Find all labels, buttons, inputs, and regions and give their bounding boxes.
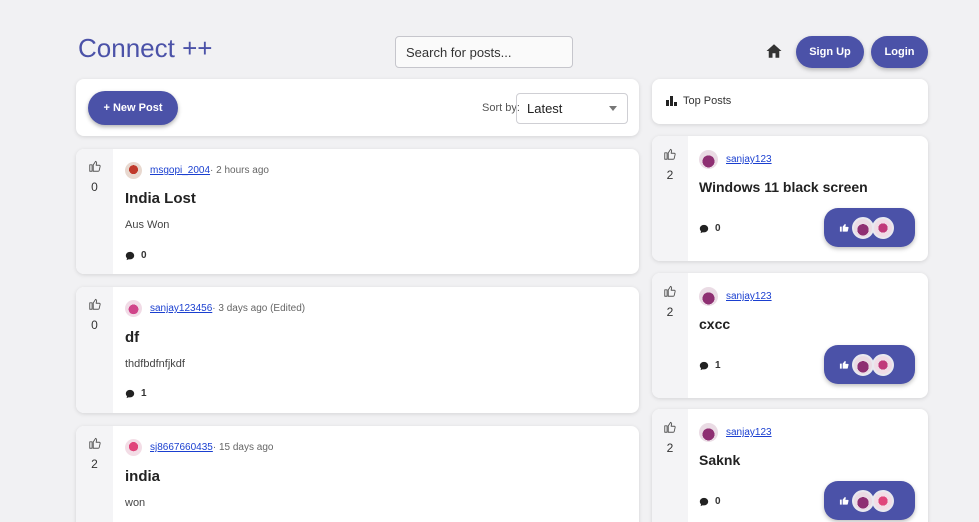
- comment-count-value: 1: [141, 388, 147, 399]
- post-title[interactable]: india: [125, 468, 160, 485]
- post-body: thdfbdfnfjkdf: [125, 358, 185, 370]
- post-card[interactable]: 0 sanjay123456 · 3 days ago (Edited) df …: [76, 287, 639, 413]
- comment-count-value: 0: [715, 223, 721, 234]
- post-meta: sanjay123: [699, 423, 772, 442]
- post-title[interactable]: df: [125, 329, 139, 346]
- author-link[interactable]: msgopi_2004: [150, 165, 210, 176]
- top-posts-header: Top Posts: [652, 79, 928, 124]
- post-title[interactable]: India Lost: [125, 190, 196, 207]
- vote-count: 2: [666, 441, 674, 455]
- comment-icon: [699, 224, 709, 233]
- comment-count[interactable]: 0: [125, 250, 147, 261]
- new-post-button[interactable]: + New Post: [88, 91, 178, 125]
- thumbs-up-icon[interactable]: [663, 147, 677, 161]
- avatar: [852, 353, 874, 376]
- thumbs-up-icon[interactable]: [663, 284, 677, 298]
- thumbs-up-icon[interactable]: [88, 436, 102, 450]
- post-card[interactable]: 2 sj8667660435 · 15 days ago india won: [76, 426, 639, 522]
- post-meta: sanjay123: [699, 287, 772, 306]
- comment-count-value: 0: [715, 496, 721, 507]
- vote-count: 2: [91, 457, 98, 471]
- app-title[interactable]: Connect ++: [78, 33, 212, 64]
- post-meta: sanjay123456 · 3 days ago (Edited): [125, 300, 305, 317]
- comment-icon: [699, 497, 709, 506]
- post-title[interactable]: Windows 11 black screen: [699, 179, 868, 195]
- comment-count[interactable]: 1: [699, 360, 721, 371]
- post-card[interactable]: 0 msgopi_2004 · 2 hours ago India Lost A…: [76, 149, 639, 274]
- likers-badge[interactable]: [824, 481, 915, 520]
- thumbs-up-icon: [839, 360, 849, 369]
- post-title[interactable]: cxcc: [699, 316, 730, 332]
- likers-badge[interactable]: [824, 208, 915, 247]
- post-title[interactable]: Saknk: [699, 452, 740, 468]
- avatar: [699, 150, 718, 169]
- avatar: [872, 489, 894, 512]
- author-link[interactable]: sanjay123: [726, 154, 772, 165]
- top-post-card[interactable]: 2 sanjay123 Saknk 0: [652, 409, 928, 522]
- sort-select[interactable]: Latest: [516, 93, 628, 124]
- thumbs-up-icon[interactable]: [88, 297, 102, 311]
- comment-icon: [699, 361, 709, 370]
- bar-chart-icon: [666, 96, 677, 106]
- home-icon[interactable]: [765, 42, 783, 60]
- vote-count: 2: [666, 305, 674, 319]
- sort-label: Sort by:: [482, 102, 520, 114]
- comment-count[interactable]: 1: [125, 388, 147, 399]
- thumbs-up-icon[interactable]: [88, 159, 102, 173]
- top-post-card[interactable]: 2 sanjay123 Windows 11 black screen 0: [652, 136, 928, 261]
- avatar: [125, 439, 142, 456]
- post-toolbar: + New Post Sort by: Latest: [76, 79, 639, 136]
- author-link[interactable]: sanjay123456: [150, 303, 212, 314]
- vote-column: 2: [652, 409, 688, 522]
- post-meta: sj8667660435 · 15 days ago: [125, 439, 273, 456]
- vote-count: 0: [91, 318, 98, 332]
- top-posts-title: Top Posts: [683, 95, 732, 107]
- thumbs-up-icon: [839, 223, 849, 232]
- likers-badge[interactable]: [824, 345, 915, 384]
- post-meta: msgopi_2004 · 2 hours ago: [125, 162, 269, 179]
- avatar: [699, 423, 718, 442]
- post-body: Aus Won: [125, 219, 170, 231]
- vote-column: 2: [652, 273, 688, 398]
- top-post-card[interactable]: 2 sanjay123 cxcc 1: [652, 273, 928, 398]
- avatar: [852, 489, 874, 512]
- vote-column: 0: [76, 287, 113, 413]
- chevron-down-icon: [609, 106, 617, 111]
- sort-value: Latest: [527, 101, 563, 116]
- thumbs-up-icon: [839, 496, 849, 505]
- avatar: [872, 216, 894, 239]
- signup-button[interactable]: Sign Up: [796, 36, 864, 68]
- comment-count-value: 0: [141, 250, 147, 261]
- post-time: · 15 days ago: [212, 442, 274, 453]
- vote-count: 2: [666, 168, 674, 182]
- avatar: [852, 216, 874, 239]
- comment-icon: [125, 389, 135, 398]
- author-link[interactable]: sanjay123: [726, 427, 772, 438]
- vote-column: 2: [652, 136, 688, 261]
- comment-count[interactable]: 0: [699, 223, 721, 234]
- comment-count[interactable]: 0: [699, 496, 721, 507]
- thumbs-up-icon[interactable]: [663, 420, 677, 434]
- avatar: [125, 162, 142, 179]
- vote-column: 0: [76, 149, 113, 274]
- comment-count-value: 1: [715, 360, 721, 371]
- vote-column: 2: [76, 426, 113, 522]
- avatar: [872, 353, 894, 376]
- post-time: · 3 days ago (Edited): [212, 303, 306, 314]
- post-body: won: [125, 497, 146, 509]
- search-input[interactable]: [395, 36, 573, 68]
- login-button[interactable]: Login: [871, 36, 928, 68]
- avatar: [699, 287, 718, 306]
- avatar: [125, 300, 142, 317]
- comment-icon: [125, 251, 135, 260]
- author-link[interactable]: sj8667660435: [150, 442, 213, 453]
- post-meta: sanjay123: [699, 150, 772, 169]
- post-time: · 2 hours ago: [210, 165, 269, 176]
- author-link[interactable]: sanjay123: [726, 291, 772, 302]
- vote-count: 0: [91, 180, 98, 194]
